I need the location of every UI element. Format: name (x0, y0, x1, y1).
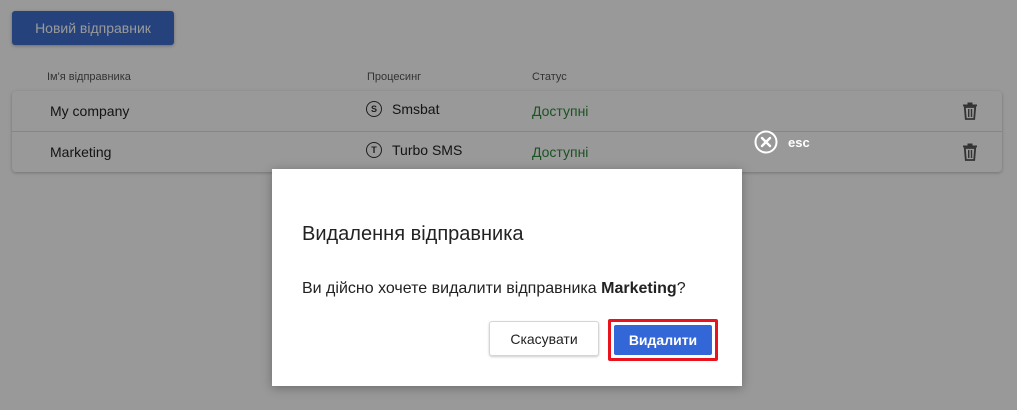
esc-label: esc (788, 134, 810, 150)
close-icon[interactable] (754, 130, 778, 154)
delete-sender-dialog: Видалення відправника Ви дійсно хочете в… (272, 169, 742, 386)
delete-button[interactable]: Видалити (614, 325, 712, 355)
delete-button-highlight: Видалити (608, 319, 718, 361)
dialog-message: Ви дійсно хочете видалити відправника Ma… (302, 280, 686, 298)
dialog-message-target: Marketing (601, 280, 677, 297)
close-dialog-control[interactable]: esc (754, 130, 810, 154)
dialog-title: Видалення відправника (302, 223, 524, 245)
dialog-message-suffix: ? (676, 280, 686, 297)
page: Новий відправник Ім'я відправника Процес… (0, 0, 1017, 410)
dialog-message-text: Ви дійсно хочете видалити відправника (302, 280, 602, 297)
cancel-button[interactable]: Скасувати (489, 321, 599, 356)
